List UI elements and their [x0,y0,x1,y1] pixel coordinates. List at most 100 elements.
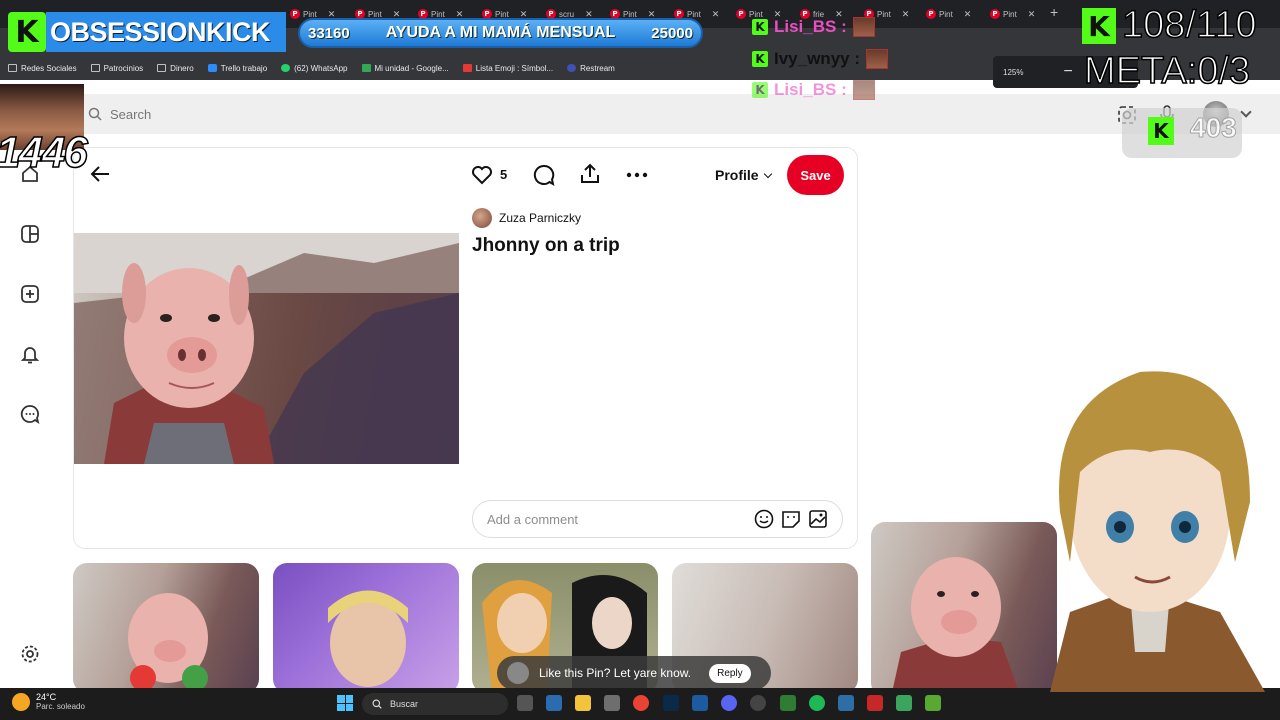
zoom-out-button[interactable]: − [1063,63,1072,81]
bookmark-trello[interactable]: Trello trabajo [207,63,268,73]
folder-icon [90,64,100,72]
comment-placeholder: Add a comment [487,511,579,527]
bookmark-label: Lista Emoji : Símbol... [475,63,554,73]
pin-thumbnail-icon [507,662,529,684]
bookmark-google-drive[interactable]: Mi unidad - Google... [361,64,449,73]
reply-button[interactable]: Reply [709,663,751,683]
kick-logo-icon: K [8,12,46,52]
pinterest-icon: P [290,9,300,19]
settings-icon[interactable] [20,644,40,664]
app-icon[interactable] [925,695,941,711]
browser-tab[interactable]: P Pint ✕ [926,5,986,23]
chrome-icon[interactable] [633,695,649,711]
kick-badge-icon: K [752,51,768,67]
app-icon[interactable] [867,695,883,711]
author-avatar[interactable] [472,208,492,228]
bookmark-label: (62) WhatsApp [294,63,348,73]
close-icon[interactable]: ✕ [1028,9,1036,20]
bookmark-label: Dinero [170,63,194,73]
zoom-level: 125% [1003,67,1024,77]
whatsapp-icon [281,64,291,72]
toast-text: Like this Pin? Let yare know. [539,666,692,680]
image-upload-icon[interactable] [808,509,828,529]
related-pin-image [128,593,208,691]
author-name[interactable]: Zuza Parniczky [499,211,581,225]
profile-label: Profile [715,167,759,183]
kick-logo-icon: K [1148,117,1174,145]
photoshop-icon[interactable] [663,695,679,711]
screen: P Pint ✕ P Pint ✕ P Pint ✕ P Pint ✕ Pscru ✕ P Pint… [0,0,1280,720]
goal-current: 33160 [308,24,350,42]
close-icon[interactable]: ✕ [902,9,910,20]
close-icon[interactable]: ✕ [964,9,972,20]
store-icon[interactable] [604,695,620,711]
weather-icon [12,692,30,711]
browser-tab[interactable]: P Pint ✕ [990,5,1050,23]
bookmark-dinero[interactable]: Dinero [157,64,194,73]
settings-app-icon[interactable] [546,695,562,711]
taskbar-search-label: Buscar [390,699,419,709]
search-icon [88,107,102,121]
search-placeholder: Search [110,106,152,122]
emote-icon [852,17,875,37]
pinterest-icon: P [736,9,746,19]
pin-image[interactable] [74,233,459,464]
pin-title: Jhonny on a trip [472,235,620,256]
notifications-icon[interactable] [20,344,40,364]
discord-icon[interactable] [721,695,737,711]
related-pin[interactable] [273,563,459,693]
start-menu-icon[interactable] [337,695,353,711]
pin-author[interactable]: Zuza Parniczky [472,208,581,228]
search-input[interactable]: Search [80,94,1110,134]
bookmark-whatsapp[interactable]: (62) WhatsApp [281,63,348,73]
sub-count: 403 [1190,112,1238,144]
tab-label: Pint [1003,9,1017,19]
minecraft-icon[interactable] [896,695,912,711]
task-view-icon[interactable] [517,695,533,711]
folder-icon [157,64,167,72]
share-icon[interactable] [578,162,602,186]
profile-dropdown[interactable]: Profile [715,167,772,183]
create-icon[interactable] [20,284,40,304]
related-pin[interactable] [73,563,259,693]
messages-icon[interactable] [20,404,40,424]
pin-photo [74,233,459,464]
vegas-icon[interactable] [692,695,708,711]
heart-icon[interactable] [470,163,494,187]
spotify-icon[interactable] [809,695,825,711]
bookmark-label: Restream [580,63,615,73]
file-explorer-icon[interactable] [575,695,591,711]
chevron-down-icon [763,169,772,178]
like-pin-toast: Like this Pin? Let yare know. Reply [497,656,771,690]
follower-counter: 108/110 [1121,3,1257,47]
taskbar-search[interactable]: Buscar [362,693,508,715]
chat-username: Lisi_BS : [774,17,847,36]
obs-icon[interactable] [750,695,766,711]
bookmark-redes-sociales[interactable]: Redes Sociales [8,64,77,73]
explore-icon[interactable] [20,224,40,244]
app-icon[interactable] [780,695,796,711]
chat-message: K Lisi_BS : [752,16,875,38]
emote-icon [852,80,875,100]
emoji-list-icon [462,64,472,72]
comment-icon[interactable] [532,163,556,187]
donation-goal-bar: 33160 AYUDA A MI MAMÁ MENSUAL 25000 [298,18,703,48]
vtuber-avatar [1050,371,1265,692]
vscode-icon[interactable] [838,695,854,711]
emoji-icon[interactable] [754,509,774,529]
bookmark-patrocinios[interactable]: Patrocinios [90,64,143,73]
pinterest-icon: P [926,9,936,19]
back-arrow-icon[interactable] [88,162,112,186]
sticker-icon[interactable] [781,509,801,529]
chat-username: Lisi_BS : [774,80,847,99]
bookmark-label: Trello trabajo [220,63,268,73]
weather-widget[interactable]: 24°C Parc. soleado [12,692,85,711]
save-button[interactable]: Save [787,155,844,195]
bookmark-emoji-list[interactable]: Lista Emoji : Símbol... [462,63,554,73]
weather-text: 24°C Parc. soleado [36,692,85,711]
bookmark-restream[interactable]: Restream [567,64,615,73]
close-icon[interactable]: ✕ [712,9,720,20]
new-tab-icon[interactable]: + [1050,4,1058,20]
tab-label: Pint [877,9,891,19]
more-options-icon[interactable] [624,163,650,187]
